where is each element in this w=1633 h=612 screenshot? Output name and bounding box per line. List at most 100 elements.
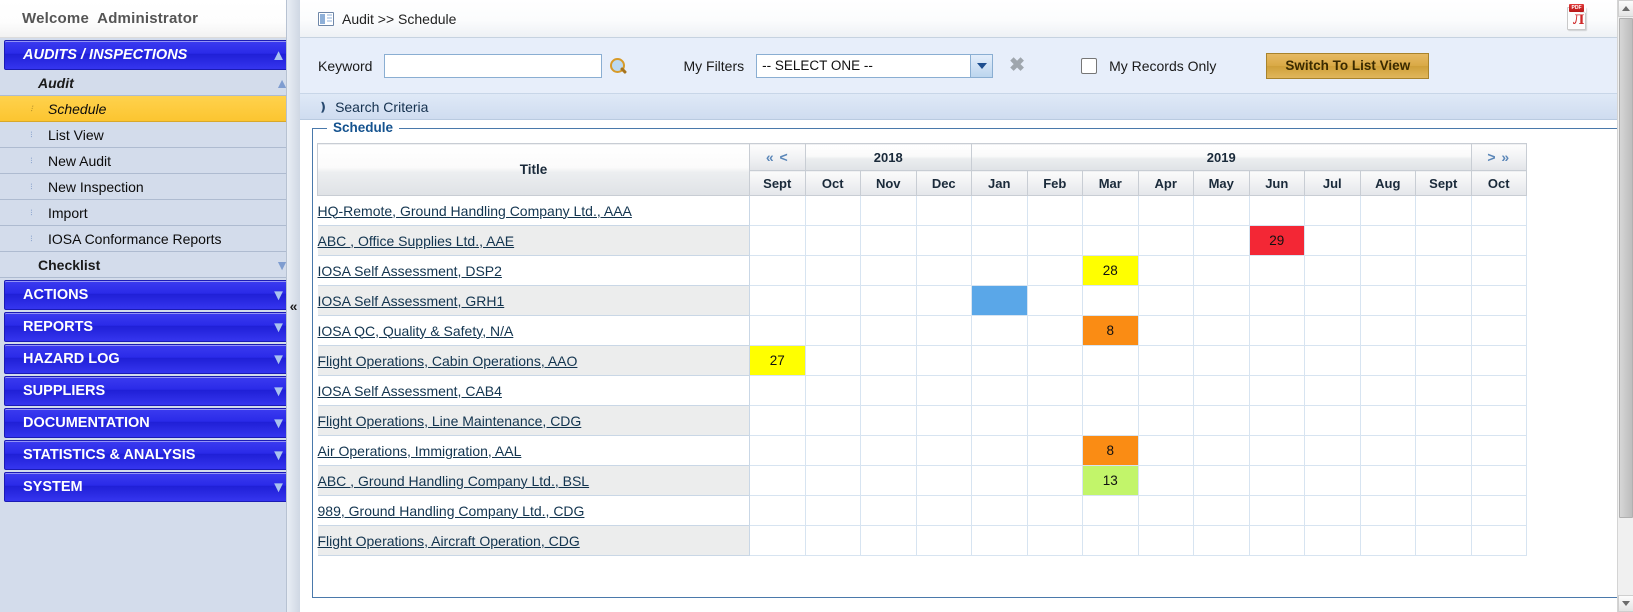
magnifier-icon[interactable] (608, 56, 628, 76)
schedule-empty-cell (1027, 255, 1083, 286)
nav-next-icon[interactable]: > (1487, 149, 1496, 165)
nav-prev-all-icon[interactable]: « (766, 149, 775, 165)
row-title-cell: IOSA Self Assessment, GRH1 (317, 285, 750, 316)
audit-title-link[interactable]: ABC , Office Supplies Ltd., AAE (318, 233, 515, 249)
chevron-down-icon[interactable] (971, 53, 994, 78)
schedule-empty-cell (1415, 525, 1472, 556)
month-header-12[interactable]: Sept (1415, 170, 1472, 196)
nav-next-all-icon[interactable]: » (1501, 149, 1510, 165)
sidebar-section-actions[interactable]: ACTIONS ▼ (4, 280, 295, 310)
scroll-thumb[interactable] (1619, 18, 1633, 518)
audit-title-link[interactable]: Air Operations, Immigration, AAL (318, 443, 522, 459)
content-area: Audit >> Schedule Л PDF Keyword My Filte… (300, 0, 1633, 612)
nav-prev-group[interactable]: « < (749, 143, 806, 171)
schedule-entry-cell[interactable]: 8 (1082, 435, 1139, 466)
row-title-cell: HQ-Remote, Ground Handling Company Ltd.,… (317, 195, 750, 226)
month-header-6[interactable]: Mar (1082, 170, 1139, 196)
sidebar-group-audit[interactable]: Audit ▲ (0, 70, 299, 96)
schedule-empty-cell (1193, 345, 1250, 376)
chevron-down-icon: ▼ (271, 414, 286, 432)
schedule-empty-cell (1193, 255, 1250, 286)
table-row: IOSA Self Assessment, GRH1 (317, 285, 1527, 316)
schedule-entry-cell[interactable]: 8 (1082, 315, 1139, 346)
audit-title-link[interactable]: IOSA Self Assessment, CAB4 (318, 383, 502, 399)
sidebar-section-label: HAZARD LOG (23, 351, 120, 367)
schedule-empty-cell (1360, 255, 1416, 286)
sidebar-section-audits-inspections[interactable]: AUDITS / INSPECTIONS ▲ (4, 40, 295, 70)
schedule-entry-cell[interactable] (971, 285, 1028, 316)
scroll-up-arrow[interactable] (1618, 0, 1633, 17)
audit-title-link[interactable]: HQ-Remote, Ground Handling Company Ltd.,… (318, 203, 632, 219)
audit-title-link[interactable]: IOSA Self Assessment, DSP2 (318, 263, 502, 279)
sidebar-section-reports[interactable]: REPORTS ▼ (4, 312, 295, 342)
schedule-empty-cell (971, 375, 1028, 406)
month-header-7[interactable]: Apr (1137, 170, 1194, 196)
sidebar-item-iosa-conformance-reports[interactable]: ⁝ IOSA Conformance Reports (0, 226, 299, 252)
schedule-entry-cell[interactable]: 29 (1249, 225, 1305, 256)
month-header-5[interactable]: Feb (1026, 170, 1083, 196)
sidebar-section-system[interactable]: SYSTEM ▼ (4, 472, 295, 502)
grip-icon: ⁝ (30, 207, 33, 217)
nav-next-group[interactable]: > » (1470, 143, 1527, 171)
schedule-entry-cell[interactable]: 28 (1082, 255, 1139, 286)
clear-filter-icon[interactable]: ✖ (1009, 56, 1025, 75)
schedule-empty-cell (1304, 405, 1361, 436)
scroll-down-arrow[interactable] (1618, 595, 1633, 612)
sidebar-group-checklist[interactable]: Checklist ▼ (0, 252, 299, 278)
month-header-11[interactable]: Aug (1359, 170, 1416, 196)
sidebar-item-new-inspection[interactable]: ⁝ New Inspection (0, 174, 299, 200)
month-header-1[interactable]: Oct (804, 170, 861, 196)
month-header-2[interactable]: Nov (860, 170, 917, 196)
schedule-empty-cell (1138, 375, 1194, 406)
sidebar-item-import[interactable]: ⁝ Import (0, 200, 299, 226)
my-filters-group: My Filters -- SELECT ONE -- ✖ (683, 53, 1025, 78)
sidebar-collapse-handle[interactable]: « (286, 0, 300, 612)
my-records-only-checkbox[interactable] (1081, 57, 1098, 74)
schedule-empty-cell (805, 345, 861, 376)
sidebar-section-statistics-analysis[interactable]: STATISTICS & ANALYSIS ▼ (4, 440, 295, 470)
month-header-10[interactable]: Jul (1304, 170, 1361, 196)
schedule-empty-cell (971, 225, 1028, 256)
welcome-text: Welcome Administrator (22, 10, 199, 27)
month-header-9[interactable]: Jun (1248, 170, 1305, 196)
schedule-entry-cell[interactable]: 27 (749, 345, 806, 376)
month-header-8[interactable]: May (1193, 170, 1250, 196)
audit-title-link[interactable]: IOSA Self Assessment, GRH1 (318, 293, 505, 309)
month-header-4[interactable]: Jan (971, 170, 1028, 196)
sidebar-section-documentation[interactable]: DOCUMENTATION ▼ (4, 408, 295, 438)
schedule-empty-cell (1360, 375, 1416, 406)
audit-title-link[interactable]: 989, Ground Handling Company Ltd., CDG (318, 503, 585, 519)
audit-title-link[interactable]: ABC , Ground Handling Company Ltd., BSL (318, 473, 590, 489)
month-header-13[interactable]: Oct (1470, 170, 1527, 196)
pdf-export-icon[interactable]: Л PDF (1565, 4, 1587, 31)
audit-title-link[interactable]: Flight Operations, Aircraft Operation, C… (318, 533, 580, 549)
nav-prev-icon[interactable]: < (780, 149, 789, 165)
sidebar-item-list-view[interactable]: ⁝ List View (0, 122, 299, 148)
schedule-empty-cell (1027, 315, 1083, 346)
sidebar-section-label: STATISTICS & ANALYSIS (23, 447, 196, 463)
schedule-entry-cell[interactable]: 13 (1082, 465, 1139, 496)
audit-title-link[interactable]: Flight Operations, Cabin Operations, AAO (318, 353, 578, 369)
sidebar-item-new-audit[interactable]: ⁝ New Audit (0, 148, 299, 174)
month-header-3[interactable]: Dec (915, 170, 972, 196)
schedule-empty-cell (1360, 435, 1416, 466)
keyword-input[interactable] (384, 53, 603, 78)
schedule-empty-cell (860, 195, 917, 226)
page-scrollbar[interactable] (1617, 0, 1633, 612)
search-criteria-toggle[interactable]: ❫ Search Criteria (300, 94, 1633, 120)
column-header-title[interactable]: Title (317, 143, 750, 196)
schedule-empty-cell (1027, 345, 1083, 376)
audit-title-link[interactable]: IOSA QC, Quality & Safety, N/A (318, 323, 514, 339)
sidebar-section-hazard-log[interactable]: HAZARD LOG ▼ (4, 344, 295, 374)
switch-to-list-view-button[interactable]: Switch To List View (1266, 52, 1430, 79)
sidebar-item-schedule[interactable]: ⁝ Schedule (0, 96, 299, 122)
breadcrumb: Audit >> Schedule (342, 10, 457, 27)
month-header-0[interactable]: Sept (749, 170, 806, 196)
schedule-empty-cell (1138, 525, 1194, 556)
schedule-empty-cell (805, 285, 861, 316)
schedule-empty-cell (805, 225, 861, 256)
sidebar-section-suppliers[interactable]: SUPPLIERS ▼ (4, 376, 295, 406)
schedule-empty-cell (1249, 255, 1305, 286)
my-filters-select[interactable]: -- SELECT ONE -- (756, 53, 972, 78)
audit-title-link[interactable]: Flight Operations, Line Maintenance, CDG (318, 413, 582, 429)
